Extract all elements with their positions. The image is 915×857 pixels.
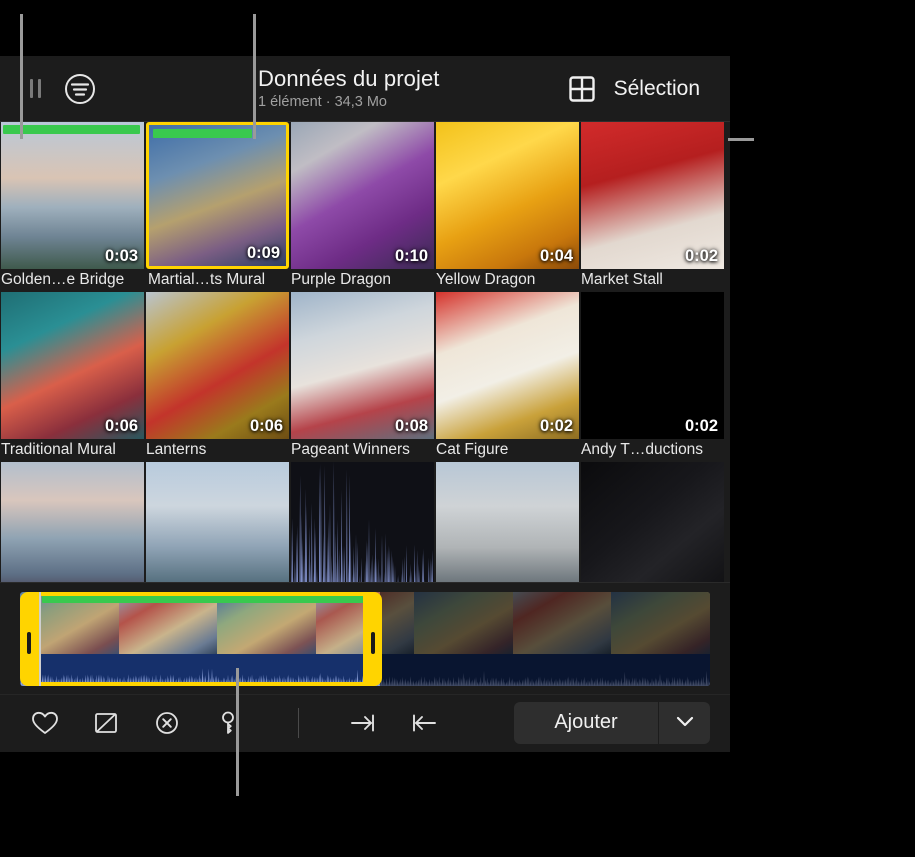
thumbnail-label: Lanterns: [146, 441, 311, 459]
set-end-icon[interactable]: [348, 708, 378, 738]
trim-handle-left[interactable]: [27, 632, 31, 654]
timeline-filmstrip[interactable]: [0, 582, 730, 694]
thumbnail-row: 0:03Golden…e Bridge0:09Martial…ts Mural0…: [0, 122, 730, 292]
thumbnail-image[interactable]: 0:02: [436, 292, 579, 439]
thumbnail-image[interactable]: 0:09: [146, 122, 289, 269]
duration-badge: 0:02: [685, 247, 718, 266]
thumbnail-image[interactable]: [581, 462, 724, 582]
header-right-controls: Sélection: [568, 75, 730, 103]
thumbnail-row: 0:06Traditional Mural0:06Lanterns0:08Pag…: [0, 292, 730, 462]
thumbnail-item[interactable]: 0:02Andy T…ductions: [580, 292, 725, 462]
used-indicator-bar: [3, 125, 140, 134]
page-title: Données du projet: [258, 66, 440, 92]
set-start-icon[interactable]: [409, 708, 439, 738]
add-menu-button[interactable]: [658, 702, 710, 744]
thumbnail-label: Pageant Winners: [291, 441, 456, 459]
thumbnail-artwork: [1, 462, 144, 582]
duration-badge: 0:03: [105, 247, 138, 266]
thumbnail-image[interactable]: [1, 462, 144, 582]
trim-handle-right[interactable]: [371, 632, 375, 654]
thumbnail-artwork: [581, 462, 724, 582]
thumbnail-label: Yellow Dragon: [436, 271, 601, 289]
duration-badge: 0:10: [395, 247, 428, 266]
thumbnail-item[interactable]: 0:08Pageant Winners: [290, 292, 435, 462]
thumbnail-item[interactable]: 0:02Cat Figure: [435, 292, 580, 462]
callout-line-selected-clip: [253, 14, 256, 139]
thumbnail-label: Market Stall: [581, 271, 730, 289]
callout-line-used-indicator: [20, 14, 23, 139]
thumbnail-artwork: [146, 462, 289, 582]
thumbnail-row: [0, 462, 730, 582]
thumbnail-label: Cat Figure: [436, 441, 601, 459]
thumbnail-label: Golden…e Bridge: [1, 271, 166, 289]
thumbnail-item[interactable]: 0:10Purple Dragon: [290, 122, 435, 292]
thumbnail-image[interactable]: 0:10: [291, 122, 434, 269]
thumbnail-image[interactable]: [146, 462, 289, 582]
duration-badge: 0:08: [395, 417, 428, 436]
pause-bars-icon[interactable]: [30, 79, 41, 98]
thumbnail-image[interactable]: [436, 462, 579, 582]
thumbnail-item[interactable]: 0:09Martial…ts Mural: [145, 122, 290, 292]
project-meta: 1 élément · 34,3 Mo: [258, 93, 387, 112]
thumbnail-image[interactable]: 0:04: [436, 122, 579, 269]
duration-badge: 0:06: [105, 417, 138, 436]
thumbnail-image[interactable]: 0:06: [146, 292, 289, 439]
toolbar-divider: [298, 708, 299, 738]
thumbnail-image[interactable]: 0:02: [581, 122, 724, 269]
browser-header: Données du projet 1 élément · 34,3 Mo Sé…: [0, 56, 730, 122]
thumbnail-item[interactable]: [0, 462, 145, 582]
duration-badge: 0:06: [250, 417, 283, 436]
playhead[interactable]: [39, 592, 41, 686]
thumbnail-item[interactable]: [145, 462, 290, 582]
add-button-group: Ajouter: [514, 702, 710, 744]
thumbnail-label: Traditional Mural: [1, 441, 166, 459]
thumbnail-label: Martial…ts Mural: [148, 271, 313, 289]
unselected-region-overlay: [380, 592, 710, 686]
header-left-controls: [0, 72, 258, 106]
thumbnail-artwork: [436, 462, 579, 582]
media-thumbnail-grid: 0:03Golden…e Bridge0:09Martial…ts Mural0…: [0, 122, 730, 582]
callout-line-timeline-selection: [236, 668, 239, 796]
thumbnail-label: Andy T…ductions: [581, 441, 730, 459]
used-indicator-bar: [42, 596, 378, 603]
bottom-toolbar: Ajouter: [0, 694, 730, 750]
thumbnail-item[interactable]: [580, 462, 725, 582]
thumbnail-image[interactable]: [291, 462, 434, 582]
favorite-icon[interactable]: [30, 708, 60, 738]
used-indicator-bar: [153, 129, 252, 138]
duration-badge: 0:09: [247, 244, 280, 263]
thumbnail-image[interactable]: 0:06: [1, 292, 144, 439]
duration-badge: 0:04: [540, 247, 573, 266]
reject-icon[interactable]: [91, 708, 121, 738]
selection-label[interactable]: Sélection: [614, 77, 700, 101]
thumbnail-artwork: [291, 462, 434, 582]
clip-strip[interactable]: [20, 592, 710, 686]
grid-view-icon[interactable]: [568, 75, 596, 103]
thumbnail-item[interactable]: 0:02Market Stall: [580, 122, 725, 292]
callout-line-browser-right: [728, 138, 754, 141]
media-browser-panel: Données du projet 1 élément · 34,3 Mo Sé…: [0, 56, 730, 752]
add-button[interactable]: Ajouter: [514, 702, 658, 744]
thumbnail-item[interactable]: 0:04Yellow Dragon: [435, 122, 580, 292]
thumbnail-image[interactable]: 0:03: [1, 122, 144, 269]
duration-badge: 0:02: [540, 417, 573, 436]
duration-badge: 0:02: [685, 417, 718, 436]
thumbnail-item[interactable]: [435, 462, 580, 582]
thumbnail-item[interactable]: [290, 462, 435, 582]
rating-tools: [20, 708, 439, 738]
thumbnail-image[interactable]: 0:08: [291, 292, 434, 439]
thumbnail-image[interactable]: 0:02: [581, 292, 724, 439]
thumbnail-item[interactable]: 0:06Lanterns: [145, 292, 290, 462]
project-info: Données du projet 1 élément · 34,3 Mo: [258, 66, 568, 112]
thumbnail-item[interactable]: 0:03Golden…e Bridge: [0, 122, 145, 292]
thumbnail-item[interactable]: 0:06Traditional Mural: [0, 292, 145, 462]
sort-filter-icon[interactable]: [63, 72, 97, 106]
chevron-down-icon: [673, 709, 697, 736]
screenshot-root: Données du projet 1 élément · 34,3 Mo Sé…: [0, 0, 915, 857]
thumbnail-label: Purple Dragon: [291, 271, 456, 289]
unrate-icon[interactable]: [152, 708, 182, 738]
audio-waveform-thumbnail: [291, 462, 434, 582]
